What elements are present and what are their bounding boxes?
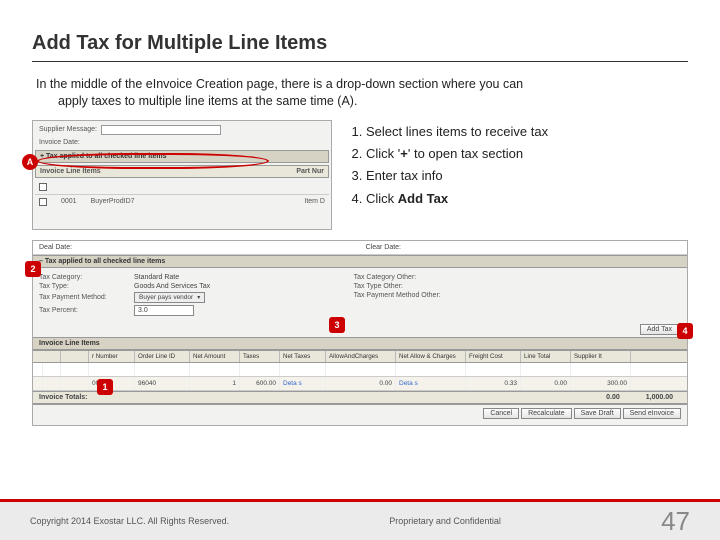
inv-date-lbl: Invoice Date: [39,139,80,146]
tax-catoth-lbl: Tax Category Other: [354,274,484,281]
save-draft-button: Save Draft [574,408,621,419]
gh-freight: Freight Cost [466,351,521,362]
tax-form: Tax Category:Standard Rate Tax Type:Good… [33,268,687,322]
tax-type-val: Goods And Services Tax [134,283,210,290]
page-title: Add Tax for Multiple Line Items [32,32,688,62]
slide: Add Tax for Multiple Line Items In the m… [0,0,720,540]
checkbox-all [39,183,47,191]
gr-tax-link: Deta s [280,377,326,390]
action-buttons: Cancel Recalculate Save Draft Send eInvo… [33,404,687,422]
badge-a: A [22,154,38,170]
checkbox-row [39,198,47,206]
gr-order: 96040 [135,377,190,390]
gh-order: Order Line ID [135,351,190,362]
top-row: Supplier Message: Invoice Date: + Tax ap… [32,120,688,230]
tax-applied-bar-b: – Tax applied to all checked line items [33,255,687,268]
totals-row: Invoice Totals: 0.00 1,000.00 [33,391,687,404]
gh-num: r Number [89,351,135,362]
gh-netac: Net Allow & Charges [396,351,466,362]
tax-pct-input: 3.0 [134,305,194,316]
steps-list: Select lines items to receive tax Click … [346,124,688,230]
badge-2: 2 [25,261,41,277]
inv-items-hdr: Invoice Line Items [40,168,101,175]
gr-qty: 1 [190,377,240,390]
gh-linetot: Line Total [521,351,571,362]
cancel-button: Cancel [483,408,519,419]
tax-typeoth-lbl: Tax Type Other: [354,283,484,290]
tax-pct-lbl: Tax Percent: [39,307,134,314]
step-2: Click '+' to open tax section [366,146,688,162]
tax-payoth-lbl: Tax Payment Method Other: [354,292,484,299]
intro-line2: apply taxes to multiple line items at th… [36,93,688,110]
gh-ac: AllowAndCharges [326,351,396,362]
recalc-button: Recalculate [521,408,572,419]
step4-prefix: Click [366,191,398,206]
copyright-text: Copyright 2014 Exostar LLC. All Rights R… [30,516,229,526]
grid-row-1: 0001 96040 1 600.00 Deta s 0.00 Deta s 0… [33,377,687,391]
checkbox-all-grid [36,363,43,376]
gh-supp: Supplier It [571,351,631,362]
row-id: 0001 [61,198,77,205]
totals-v2: 1,000.00 [646,394,673,401]
page-number: 47 [661,506,690,537]
invoice-line-items-bar: Invoice Line Items [33,337,687,350]
screenshot-a: Supplier Message: Invoice Date: + Tax ap… [32,120,332,230]
checkbox-row1 [36,377,43,390]
supplier-msg-lbl: Supplier Message: [39,126,97,133]
step4-bold: Add Tax [398,191,448,206]
confidential-text: Proprietary and Confidential [389,516,501,526]
gr-amt: 600.00 [240,377,280,390]
badge-3: 3 [329,317,345,333]
row-prod: BuyerProdID7 [91,198,135,205]
footer: Copyright 2014 Exostar LLC. All Rights R… [0,499,720,540]
caret-icon: ▾ [197,294,200,301]
step-3: Enter tax info [366,168,688,184]
clear-date-lbl: Clear Date: [366,244,401,251]
gr-freight: 0.00 [521,377,571,390]
tax-pay-lbl: Tax Payment Method: [39,294,134,301]
badge-1: 1 [97,379,113,395]
step-4: Click Add Tax [366,191,688,207]
totals-v1: 0.00 [606,394,620,401]
tax-pay-select: Buyer pays vendor ▾ [134,292,205,303]
step-1: Select lines items to receive tax [366,124,688,140]
badge-4: 4 [677,323,693,339]
gh-netamt: Net Amount [190,351,240,362]
tax-type-lbl: Tax Type: [39,283,134,290]
highlight-oval-a [37,153,269,169]
intro-line1: In the middle of the eInvoice Creation p… [36,77,523,91]
gr-netac: 0.33 [466,377,521,390]
grid-row-blank [33,363,687,377]
tax-cat-val: Standard Rate [134,274,179,281]
deal-date-lbl: Deal Date: [39,244,72,251]
gh-taxes: Taxes [240,351,280,362]
screenshot-a-wrap: Supplier Message: Invoice Date: + Tax ap… [32,120,332,230]
tax-cat-lbl: Tax Category: [39,274,134,281]
intro-text: In the middle of the eInvoice Creation p… [32,76,688,110]
part-hdr: Part Nur [296,168,324,175]
screenshot-b: Deal Date: Clear Date: – Tax applied to … [32,240,688,426]
send-einvoice-button: Send eInvoice [623,408,681,419]
tax-pay-val: Buyer pays vendor [139,294,193,301]
gh-nettax: Net Taxes [280,351,326,362]
gr-linetot: 300.00 [571,377,631,390]
row-item: Item D [304,198,325,205]
add-tax-button: Add Tax [640,324,679,335]
grid-header: r Number Order Line ID Net Amount Taxes … [33,350,687,363]
supplier-msg-field [101,125,221,135]
gr-ac-link: Deta s [396,377,466,390]
totals-lbl: Invoice Totals: [39,394,88,401]
gr-nettax: 0.00 [326,377,396,390]
